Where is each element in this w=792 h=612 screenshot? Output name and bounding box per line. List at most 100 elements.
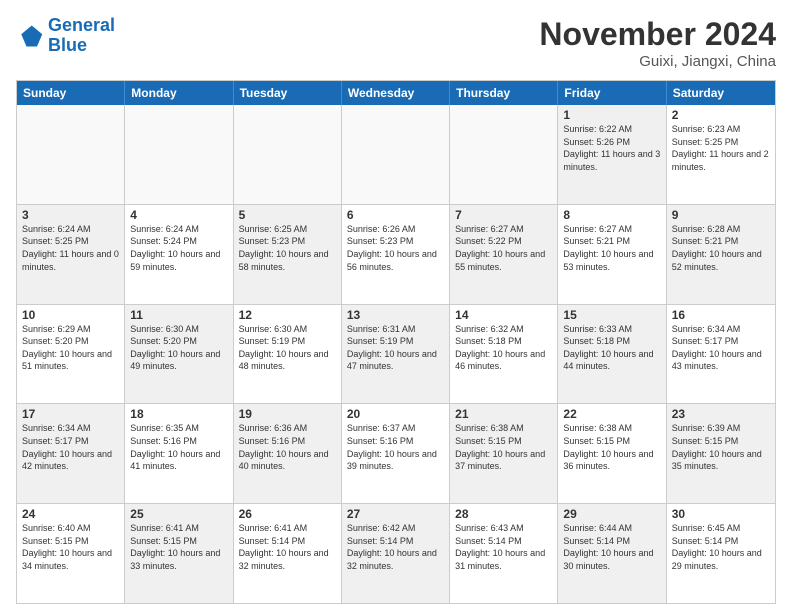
day-number: 15 bbox=[563, 308, 660, 322]
calendar-cell: 26Sunrise: 6:41 AM Sunset: 5:14 PM Dayli… bbox=[234, 504, 342, 603]
calendar-cell: 22Sunrise: 6:38 AM Sunset: 5:15 PM Dayli… bbox=[558, 404, 666, 503]
title-block: November 2024 Guixi, Jiangxi, China bbox=[539, 16, 776, 70]
calendar-week-1: 1Sunrise: 6:22 AM Sunset: 5:26 PM Daylig… bbox=[17, 105, 775, 205]
header-day-sunday: Sunday bbox=[17, 81, 125, 105]
day-info: Sunrise: 6:36 AM Sunset: 5:16 PM Dayligh… bbox=[239, 422, 336, 472]
calendar-cell: 15Sunrise: 6:33 AM Sunset: 5:18 PM Dayli… bbox=[558, 305, 666, 404]
calendar-cell: 25Sunrise: 6:41 AM Sunset: 5:15 PM Dayli… bbox=[125, 504, 233, 603]
calendar-cell: 18Sunrise: 6:35 AM Sunset: 5:16 PM Dayli… bbox=[125, 404, 233, 503]
calendar-cell bbox=[234, 105, 342, 204]
calendar-cell: 19Sunrise: 6:36 AM Sunset: 5:16 PM Dayli… bbox=[234, 404, 342, 503]
calendar-cell: 24Sunrise: 6:40 AM Sunset: 5:15 PM Dayli… bbox=[17, 504, 125, 603]
day-info: Sunrise: 6:27 AM Sunset: 5:22 PM Dayligh… bbox=[455, 223, 552, 273]
calendar-week-5: 24Sunrise: 6:40 AM Sunset: 5:15 PM Dayli… bbox=[17, 504, 775, 603]
day-info: Sunrise: 6:45 AM Sunset: 5:14 PM Dayligh… bbox=[672, 522, 770, 572]
day-number: 7 bbox=[455, 208, 552, 222]
calendar-cell: 30Sunrise: 6:45 AM Sunset: 5:14 PM Dayli… bbox=[667, 504, 775, 603]
day-info: Sunrise: 6:33 AM Sunset: 5:18 PM Dayligh… bbox=[563, 323, 660, 373]
day-info: Sunrise: 6:32 AM Sunset: 5:18 PM Dayligh… bbox=[455, 323, 552, 373]
day-number: 23 bbox=[672, 407, 770, 421]
day-number: 25 bbox=[130, 507, 227, 521]
day-number: 4 bbox=[130, 208, 227, 222]
header-day-friday: Friday bbox=[558, 81, 666, 105]
day-number: 11 bbox=[130, 308, 227, 322]
calendar-body: 1Sunrise: 6:22 AM Sunset: 5:26 PM Daylig… bbox=[17, 105, 775, 603]
calendar-cell: 8Sunrise: 6:27 AM Sunset: 5:21 PM Daylig… bbox=[558, 205, 666, 304]
day-info: Sunrise: 6:24 AM Sunset: 5:25 PM Dayligh… bbox=[22, 223, 119, 273]
day-info: Sunrise: 6:44 AM Sunset: 5:14 PM Dayligh… bbox=[563, 522, 660, 572]
day-info: Sunrise: 6:25 AM Sunset: 5:23 PM Dayligh… bbox=[239, 223, 336, 273]
day-number: 29 bbox=[563, 507, 660, 521]
logo-text: General Blue bbox=[48, 16, 115, 56]
day-number: 27 bbox=[347, 507, 444, 521]
day-info: Sunrise: 6:27 AM Sunset: 5:21 PM Dayligh… bbox=[563, 223, 660, 273]
calendar-cell: 27Sunrise: 6:42 AM Sunset: 5:14 PM Dayli… bbox=[342, 504, 450, 603]
day-info: Sunrise: 6:34 AM Sunset: 5:17 PM Dayligh… bbox=[22, 422, 119, 472]
logo: General Blue bbox=[16, 16, 115, 56]
calendar-cell: 7Sunrise: 6:27 AM Sunset: 5:22 PM Daylig… bbox=[450, 205, 558, 304]
day-info: Sunrise: 6:40 AM Sunset: 5:15 PM Dayligh… bbox=[22, 522, 119, 572]
day-info: Sunrise: 6:30 AM Sunset: 5:19 PM Dayligh… bbox=[239, 323, 336, 373]
header: General Blue November 2024 Guixi, Jiangx… bbox=[16, 16, 776, 70]
calendar-cell: 9Sunrise: 6:28 AM Sunset: 5:21 PM Daylig… bbox=[667, 205, 775, 304]
day-number: 1 bbox=[563, 108, 660, 122]
day-info: Sunrise: 6:29 AM Sunset: 5:20 PM Dayligh… bbox=[22, 323, 119, 373]
day-info: Sunrise: 6:37 AM Sunset: 5:16 PM Dayligh… bbox=[347, 422, 444, 472]
day-number: 5 bbox=[239, 208, 336, 222]
day-number: 13 bbox=[347, 308, 444, 322]
calendar-cell: 2Sunrise: 6:23 AM Sunset: 5:25 PM Daylig… bbox=[667, 105, 775, 204]
day-number: 12 bbox=[239, 308, 336, 322]
day-info: Sunrise: 6:35 AM Sunset: 5:16 PM Dayligh… bbox=[130, 422, 227, 472]
calendar-cell bbox=[125, 105, 233, 204]
day-number: 16 bbox=[672, 308, 770, 322]
header-day-tuesday: Tuesday bbox=[234, 81, 342, 105]
calendar-cell: 20Sunrise: 6:37 AM Sunset: 5:16 PM Dayli… bbox=[342, 404, 450, 503]
day-info: Sunrise: 6:34 AM Sunset: 5:17 PM Dayligh… bbox=[672, 323, 770, 373]
calendar-week-3: 10Sunrise: 6:29 AM Sunset: 5:20 PM Dayli… bbox=[17, 305, 775, 405]
day-number: 20 bbox=[347, 407, 444, 421]
calendar: SundayMondayTuesdayWednesdayThursdayFrid… bbox=[16, 80, 776, 604]
calendar-cell: 17Sunrise: 6:34 AM Sunset: 5:17 PM Dayli… bbox=[17, 404, 125, 503]
day-info: Sunrise: 6:30 AM Sunset: 5:20 PM Dayligh… bbox=[130, 323, 227, 373]
day-info: Sunrise: 6:28 AM Sunset: 5:21 PM Dayligh… bbox=[672, 223, 770, 273]
day-info: Sunrise: 6:43 AM Sunset: 5:14 PM Dayligh… bbox=[455, 522, 552, 572]
day-info: Sunrise: 6:22 AM Sunset: 5:26 PM Dayligh… bbox=[563, 123, 660, 173]
day-number: 21 bbox=[455, 407, 552, 421]
calendar-cell: 14Sunrise: 6:32 AM Sunset: 5:18 PM Dayli… bbox=[450, 305, 558, 404]
calendar-cell: 11Sunrise: 6:30 AM Sunset: 5:20 PM Dayli… bbox=[125, 305, 233, 404]
calendar-cell: 16Sunrise: 6:34 AM Sunset: 5:17 PM Dayli… bbox=[667, 305, 775, 404]
page: General Blue November 2024 Guixi, Jiangx… bbox=[0, 0, 792, 612]
sub-title: Guixi, Jiangxi, China bbox=[539, 53, 776, 70]
day-number: 8 bbox=[563, 208, 660, 222]
calendar-cell: 1Sunrise: 6:22 AM Sunset: 5:26 PM Daylig… bbox=[558, 105, 666, 204]
day-info: Sunrise: 6:41 AM Sunset: 5:15 PM Dayligh… bbox=[130, 522, 227, 572]
logo-icon bbox=[16, 22, 44, 50]
day-number: 19 bbox=[239, 407, 336, 421]
day-number: 26 bbox=[239, 507, 336, 521]
calendar-cell bbox=[342, 105, 450, 204]
day-info: Sunrise: 6:23 AM Sunset: 5:25 PM Dayligh… bbox=[672, 123, 770, 173]
day-number: 22 bbox=[563, 407, 660, 421]
calendar-cell: 6Sunrise: 6:26 AM Sunset: 5:23 PM Daylig… bbox=[342, 205, 450, 304]
day-number: 18 bbox=[130, 407, 227, 421]
logo-line2: Blue bbox=[48, 35, 87, 55]
calendar-cell: 5Sunrise: 6:25 AM Sunset: 5:23 PM Daylig… bbox=[234, 205, 342, 304]
header-day-monday: Monday bbox=[125, 81, 233, 105]
day-info: Sunrise: 6:24 AM Sunset: 5:24 PM Dayligh… bbox=[130, 223, 227, 273]
day-number: 6 bbox=[347, 208, 444, 222]
calendar-cell: 29Sunrise: 6:44 AM Sunset: 5:14 PM Dayli… bbox=[558, 504, 666, 603]
calendar-cell: 10Sunrise: 6:29 AM Sunset: 5:20 PM Dayli… bbox=[17, 305, 125, 404]
calendar-cell: 28Sunrise: 6:43 AM Sunset: 5:14 PM Dayli… bbox=[450, 504, 558, 603]
day-number: 14 bbox=[455, 308, 552, 322]
day-number: 10 bbox=[22, 308, 119, 322]
calendar-cell: 13Sunrise: 6:31 AM Sunset: 5:19 PM Dayli… bbox=[342, 305, 450, 404]
day-info: Sunrise: 6:38 AM Sunset: 5:15 PM Dayligh… bbox=[455, 422, 552, 472]
header-day-wednesday: Wednesday bbox=[342, 81, 450, 105]
header-day-saturday: Saturday bbox=[667, 81, 775, 105]
main-title: November 2024 bbox=[539, 16, 776, 53]
day-info: Sunrise: 6:39 AM Sunset: 5:15 PM Dayligh… bbox=[672, 422, 770, 472]
day-info: Sunrise: 6:41 AM Sunset: 5:14 PM Dayligh… bbox=[239, 522, 336, 572]
logo-line1: General bbox=[48, 15, 115, 35]
calendar-cell: 3Sunrise: 6:24 AM Sunset: 5:25 PM Daylig… bbox=[17, 205, 125, 304]
calendar-cell bbox=[17, 105, 125, 204]
